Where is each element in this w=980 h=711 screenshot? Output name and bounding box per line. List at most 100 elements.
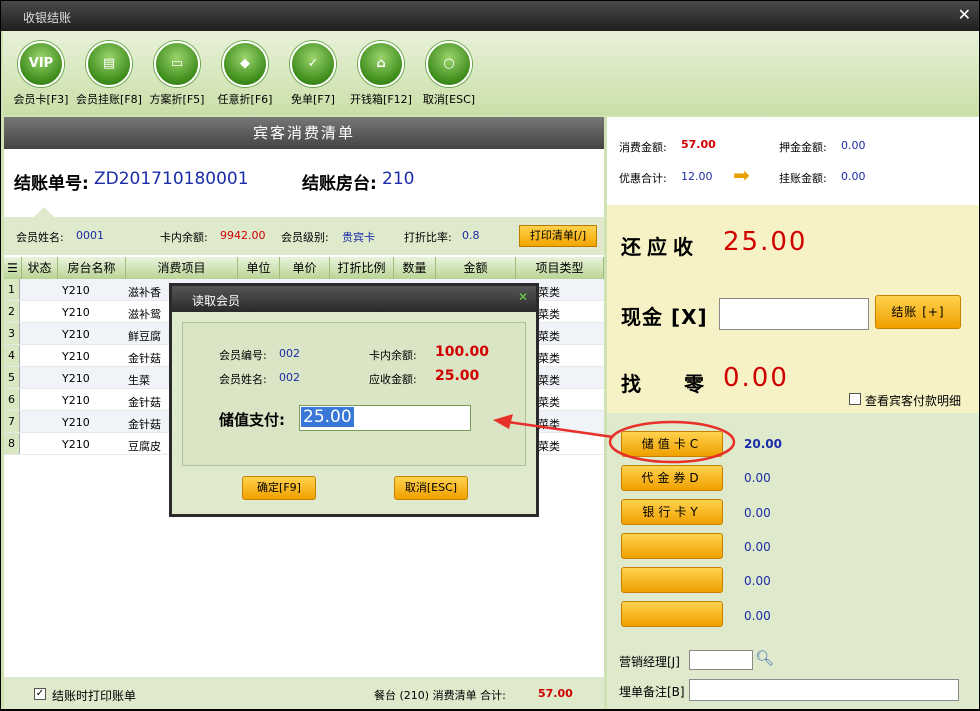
payment-slot-6-button[interactable] [621,601,723,627]
manager-section: 营销经理[J] 🔍︎ 埋单备注[B] [607,643,979,709]
col-type[interactable]: 项目类型 [516,257,604,279]
note-input[interactable] [689,679,959,701]
payment-panel: 消费金额: 57.00 押金金额: 0.00 优惠合计: 12.00 ➡ 挂账金… [607,117,979,709]
row-item: 金针菇 [128,352,161,365]
plan-discount-button[interactable]: ▭ 方案折[F5] [143,41,211,107]
change-value: 0.00 [723,363,789,393]
checkout-window: 收银结账 ✕ VIP 会员卡[F3] ▤ 会员挂账[F8] ▭ 方案折[F5] ◆ 任意… [0,0,980,710]
col-menu-icon[interactable]: ☰ [4,257,22,279]
due-value: 25.00 [723,227,808,257]
row-index: 3 [4,323,20,344]
search-icon[interactable]: 🔍︎ [755,649,774,667]
store-pay-input[interactable]: 25.00 [299,405,471,431]
cash-input[interactable] [719,298,869,330]
panel-footer: ✓ 结账时打印账单 餐台 (210) 消费清单 合计: 57.00 [4,677,604,709]
col-qty[interactable]: 数量 [394,257,436,279]
col-unit[interactable]: 单位 [238,257,280,279]
room-label: 结账房台: [302,174,377,194]
title-bar: 收银结账 ✕ [1,1,979,31]
manager-label: 营销经理[J] [619,655,680,669]
discount-total-value: 12.00 [681,170,713,183]
row-index: 6 [4,389,20,410]
row-room: Y210 [62,416,90,429]
document-icon: ▤ [86,41,132,87]
dialog-title: 读取会员 [192,294,241,308]
col-status[interactable]: 状态 [22,257,58,279]
dialog-due-label: 应收金额: [369,373,417,386]
summary-label: 餐台 (210) 消费清单 合计: [374,689,506,702]
member-name-label-dialog: 会员姓名: [219,373,267,386]
voucher-button[interactable]: 代金券D [621,465,723,491]
row-room: Y210 [62,372,90,385]
row-item: 豆腐皮 [128,440,161,453]
dialog-close-icon[interactable]: ✕ [518,290,528,304]
deposit-label: 押金金额: [779,141,827,154]
dialog-ok-button[interactable]: 确定[F9] [242,476,316,500]
member-info: 会员姓名: 0001 卡内余额: 9942.00 会员级别: 贵宾卡 打折比率:… [4,217,604,255]
arrow-right-icon: ➡ [733,163,750,187]
open-cashbox-label: 开钱箱[F12] [350,93,412,106]
loading-circle-icon: ○ [426,41,472,87]
print-list-button[interactable]: 打印清单[/] [519,225,597,247]
member-name-label: 会员姓名: [16,231,64,244]
payment-slot-5-button[interactable] [621,567,723,593]
credit-value: 0.00 [841,170,866,183]
col-price[interactable]: 单价 [280,257,330,279]
discount-rate-label: 打折比率: [404,231,452,244]
any-discount-button[interactable]: ◆ 任意折[F6] [211,41,279,107]
manager-input[interactable] [689,650,753,670]
col-discount[interactable]: 打折比例 [330,257,394,279]
print-on-checkout-label: 结账时打印账单 [52,689,137,703]
row-index: 7 [4,411,20,432]
bottle-icon: ◆ [222,41,268,87]
dialog-balance-value: 100.00 [435,344,490,360]
cancel-toolbar-button[interactable]: ○ 取消[ESC] [415,41,483,107]
checkout-button[interactable]: 结账 [+] [875,295,961,329]
bank-card-button[interactable]: 银行卡Y [621,499,723,525]
bill-no-value: ZD201710180001 [94,169,249,189]
view-detail-label: 查看宾客付款明细 [865,394,962,408]
row-item: 生菜 [128,374,150,387]
col-room[interactable]: 房台名称 [58,257,126,279]
row-type: 菜类 [538,286,560,299]
row-item: 金针菇 [128,396,161,409]
free-order-button[interactable]: ✓ 免单[F7] [279,41,347,107]
member-credit-label: 会员挂账[F8] [76,93,142,106]
col-amount[interactable]: 金额 [436,257,516,279]
payment-slot-5-value: 0.00 [744,574,771,588]
row-index: 5 [4,367,20,388]
print-on-checkout-checkbox[interactable]: ✓ [34,688,46,700]
col-item[interactable]: 消费项目 [126,257,238,279]
row-item: 滋补鸳 [128,308,161,321]
row-index: 2 [4,301,20,322]
row-room: Y210 [62,284,90,297]
vip-icon: VIP [18,41,64,87]
member-credit-button[interactable]: ▤ 会员挂账[F8] [75,41,143,107]
payment-slot-4-value: 0.00 [744,540,771,554]
row-index: 4 [4,345,20,366]
plan-discount-label: 方案折[F5] [149,93,205,106]
dialog-cancel-button[interactable]: 取消[ESC] [394,476,468,500]
room-value: 210 [382,169,415,189]
panel-title: 宾客消费清单 [4,117,604,149]
stored-card-button[interactable]: 储值卡C [621,431,723,457]
pointer-notch [34,207,54,217]
open-cashbox-button[interactable]: ⌂ 开钱箱[F12] [347,41,415,107]
view-detail-checkbox[interactable] [849,393,861,405]
payment-slot-4-button[interactable] [621,533,723,559]
dialog-content: 会员编号: 002 卡内余额: 100.00 会员姓名: 002 应收金额: 2… [182,322,526,466]
bank-icon: ⌂ [358,41,404,87]
consume-value: 57.00 [681,138,716,151]
close-icon[interactable]: ✕ [958,5,971,24]
deposit-value: 0.00 [841,139,866,152]
row-room: Y210 [62,438,90,451]
member-card-button[interactable]: VIP 会员卡[F3] [7,41,75,107]
row-type: 菜类 [538,330,560,343]
card-balance-label: 卡内余额: [160,231,208,244]
member-no-value: 002 [279,347,300,360]
row-type: 菜类 [538,440,560,453]
row-type: 菜类 [538,396,560,409]
row-type: 菜类 [538,418,560,431]
dialog-balance-label: 卡内余额: [369,349,417,362]
payment-slot-6-value: 0.00 [744,609,771,623]
